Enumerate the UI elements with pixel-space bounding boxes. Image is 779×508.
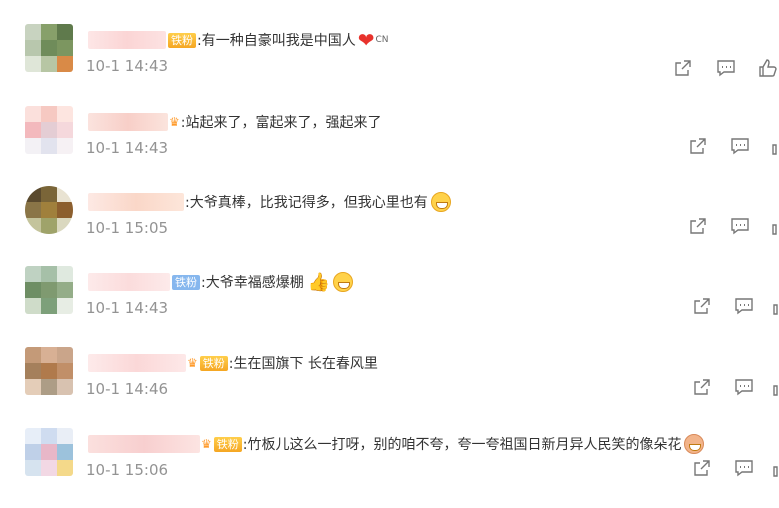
avatar[interactable] <box>25 24 73 72</box>
comment-item: ♛ :站起来了，富起来了，强起来了 10-1 14:43 <box>0 106 779 186</box>
like-icon[interactable] <box>772 377 779 397</box>
avatar[interactable] <box>25 186 73 234</box>
comment-time: 10-1 14:43 <box>86 139 169 157</box>
share-icon[interactable] <box>692 296 712 316</box>
share-icon[interactable] <box>688 216 708 236</box>
comment-icon[interactable] <box>730 136 750 156</box>
avatar[interactable] <box>25 347 73 395</box>
grin-emoji-icon <box>333 272 354 292</box>
comment-text: :站起来了，富起来了，强起来了 <box>180 115 382 131</box>
like-icon[interactable] <box>758 58 778 78</box>
comment-item: :大爷真棒，比我记得多，但我心里也有 10-1 15:05 <box>0 186 779 266</box>
red-heart-icon: ❤ <box>357 28 375 52</box>
comment-text: :大爷幸福感爆棚 <box>201 275 304 291</box>
comment-text: :大爷真棒，比我记得多，但我心里也有 <box>185 195 428 211</box>
share-icon[interactable] <box>673 58 693 78</box>
comment-text: :竹板儿这么一打呀，别的咱不夸，夸一夸祖国日新月异人民笑的像朵花 <box>242 437 682 453</box>
comment-icon[interactable] <box>734 296 754 316</box>
username[interactable] <box>88 113 168 131</box>
comment-item: 铁粉 :有一种自豪叫我是中国人 ❤ CN 10-1 14:43 <box>0 24 779 104</box>
like-icon[interactable] <box>771 216 779 236</box>
comment-item: ♛ 铁粉 :竹板儿这么一打呀，别的咱不夸，夸一夸祖国日新月异人民笑的像朵花 10… <box>0 428 779 508</box>
fan-badge: 铁粉 <box>213 436 242 452</box>
comment-icon[interactable] <box>734 377 754 397</box>
comment-icon[interactable] <box>734 458 754 478</box>
comment-time: 10-1 14:43 <box>86 299 169 317</box>
share-icon[interactable] <box>688 136 708 156</box>
comment-icon[interactable] <box>716 58 736 78</box>
comment-time: 10-1 14:43 <box>86 57 169 75</box>
comment-time: 10-1 14:46 <box>86 380 169 398</box>
cn-flag-label: CN <box>375 35 389 45</box>
grin-emoji-icon <box>684 434 705 454</box>
crown-icon: ♛ <box>201 437 212 451</box>
comment-time: 10-1 15:05 <box>86 219 169 237</box>
comment-text: :生在国旗下 长在春风里 <box>228 356 378 372</box>
like-icon[interactable] <box>772 296 779 316</box>
comment-icon[interactable] <box>730 216 750 236</box>
fan-badge: 铁粉 <box>168 32 196 48</box>
comment-item: 铁粉 :大爷幸福感爆棚 👍 10-1 14:43 <box>0 266 779 346</box>
username[interactable] <box>88 354 186 372</box>
fan-badge: 铁粉 <box>199 355 228 371</box>
username[interactable] <box>88 193 184 211</box>
like-icon[interactable] <box>771 136 779 156</box>
share-icon[interactable] <box>692 458 712 478</box>
username[interactable] <box>88 31 166 49</box>
grin-emoji-icon <box>430 192 451 212</box>
username[interactable] <box>88 435 200 453</box>
comment-item: ♛ 铁粉 :生在国旗下 长在春风里 10-1 14:46 <box>0 347 779 427</box>
thumbs-up-icon: 👍 <box>307 271 331 293</box>
username[interactable] <box>88 273 170 291</box>
crown-icon: ♛ <box>169 115 180 129</box>
comment-text: :有一种自豪叫我是中国人 <box>197 33 356 49</box>
fan-badge: 铁粉 <box>172 274 200 290</box>
crown-icon: ♛ <box>187 356 198 370</box>
comment-time: 10-1 15:06 <box>86 461 169 479</box>
share-icon[interactable] <box>692 377 712 397</box>
avatar[interactable] <box>25 106 73 154</box>
like-icon[interactable] <box>772 458 779 478</box>
avatar[interactable] <box>25 428 73 476</box>
avatar[interactable] <box>25 266 73 314</box>
